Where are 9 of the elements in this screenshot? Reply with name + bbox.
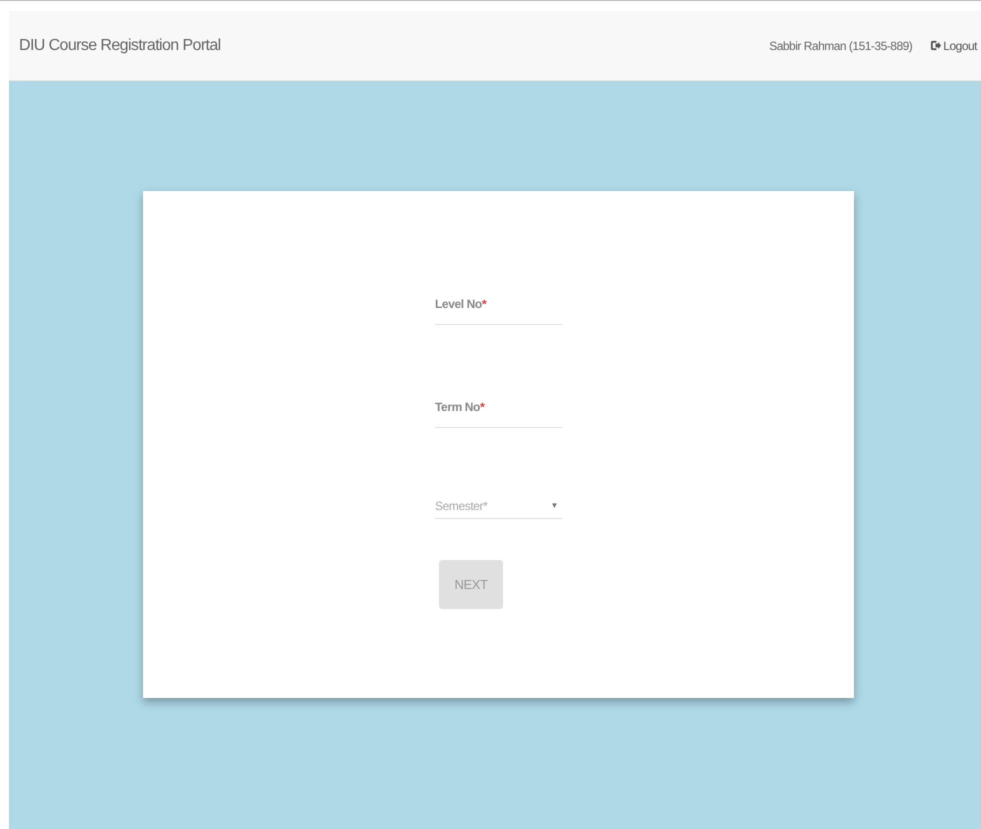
input-field[interactable]: Level No*	[435, 287, 562, 325]
logout-icon	[930, 40, 942, 51]
semester-dropdown[interactable]: Semester* ▼	[435, 493, 562, 519]
field-label: Term No*	[435, 400, 484, 414]
brand-title[interactable]: DIU Course Registration Portal	[19, 36, 221, 54]
field-label: Level No*	[435, 297, 486, 311]
input-field[interactable]: Term No*	[435, 390, 562, 428]
user-name: Sabbir Rahman (151-35-889)	[769, 38, 912, 52]
logout-link[interactable]: Logout	[930, 38, 977, 52]
